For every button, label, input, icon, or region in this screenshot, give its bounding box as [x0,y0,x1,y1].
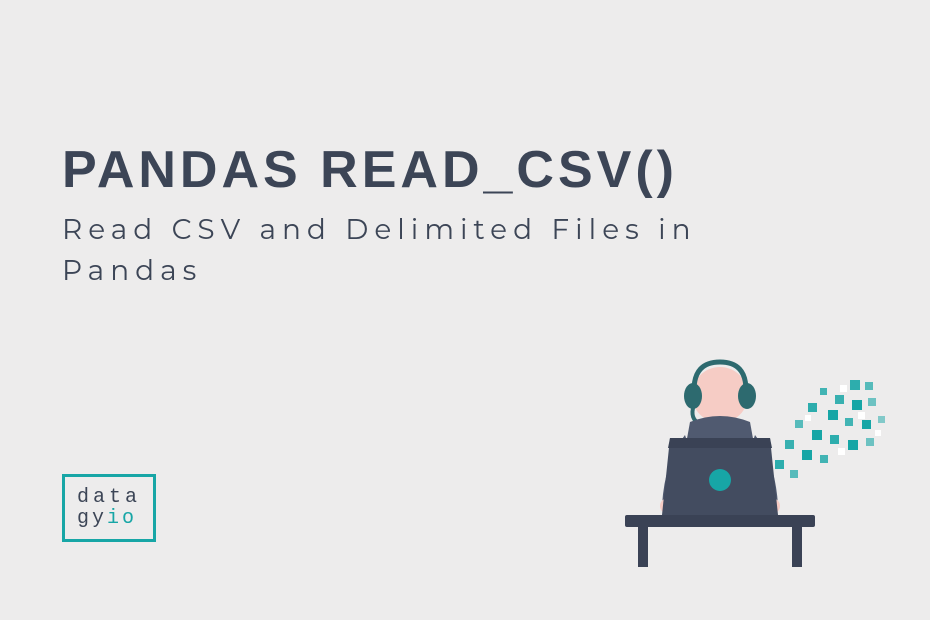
brand-logo: data gyio [62,474,156,542]
laptop-icon [662,438,778,515]
brand-logo-accent: io [107,507,137,530]
developer-illustration [590,340,890,570]
page-title: PANDAS READ_CSV() [62,140,678,200]
brand-logo-plain: gy [77,507,107,530]
brand-logo-line1: data [77,487,141,508]
page-subtitle: Read CSV and Delimited Files in Pandas [62,210,742,291]
brand-logo-line2: gyio [77,508,141,529]
desk-icon [625,515,815,527]
pixel-trail-icon [775,380,885,478]
